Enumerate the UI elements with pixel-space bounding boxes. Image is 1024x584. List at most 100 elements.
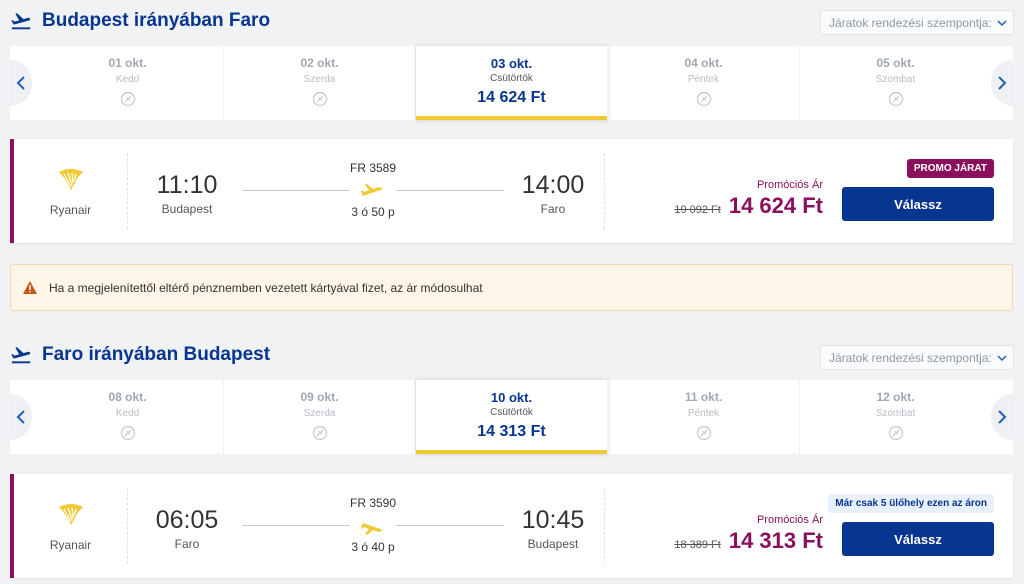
seats-left-badge: Már csak 5 ülőhely ezen az áron bbox=[828, 494, 994, 513]
date-label: 03 okt. bbox=[490, 56, 533, 71]
inbound-date-strip: 08 okt. Kedd 09 okt. Szerda 10 okt. Csütörtök… bbox=[10, 380, 1013, 454]
weekday-label: Csütörtök bbox=[490, 407, 533, 418]
outbound-date-strip: 01 okt. Kedd 02 okt. Szerda 03 okt. Csütörtök… bbox=[10, 46, 1013, 120]
old-price: 19 092 Ft bbox=[674, 204, 721, 216]
price-label: Promóciós Ár bbox=[756, 179, 823, 191]
date-cell[interactable]: 02 okt. Szerda bbox=[224, 46, 416, 120]
departure: 06:05 Faro bbox=[142, 506, 232, 551]
inbound-title: Faro irányában Budapest bbox=[42, 344, 271, 365]
select-button[interactable]: Válassz bbox=[842, 522, 994, 556]
outbound-sort-dropdown[interactable]: Járatok rendezési szempontja: bbox=[820, 10, 1014, 35]
departure-time: 06:05 bbox=[155, 506, 219, 534]
date-cell[interactable]: 01 okt. Kedd bbox=[32, 46, 224, 120]
date-label: 01 okt. bbox=[108, 56, 147, 70]
chevron-left-icon bbox=[16, 410, 25, 424]
current-price: 14 624 Ft bbox=[728, 193, 823, 218]
plane-departure-icon bbox=[11, 347, 31, 364]
weekday-label: Péntek bbox=[687, 74, 720, 85]
chevron-left-icon bbox=[16, 76, 25, 90]
date-cell[interactable]: 11 okt. Péntek bbox=[608, 380, 800, 454]
airline-name: Ryanair bbox=[49, 538, 92, 552]
route-info: FR 3590 3 ó 40 p bbox=[242, 494, 504, 564]
weekday-label: Szerda bbox=[303, 74, 336, 85]
weekday-label: Csütörtök bbox=[490, 73, 533, 84]
date-label: 11 okt. bbox=[684, 390, 723, 404]
arrival: 10:45 Budapest bbox=[508, 506, 598, 551]
weekday-label: Szombat bbox=[875, 74, 916, 85]
date-label: 09 okt. bbox=[300, 390, 339, 404]
sort-placeholder: Járatok rendezési szempontja: bbox=[829, 350, 992, 365]
select-button[interactable]: Válassz bbox=[842, 187, 994, 221]
date-cell[interactable]: 09 okt. Szerda bbox=[224, 380, 416, 454]
outbound-date-cells: 01 okt. Kedd 02 okt. Szerda 03 okt. Csütörtök… bbox=[32, 46, 991, 120]
inbound-date-cells: 08 okt. Kedd 09 okt. Szerda 10 okt. Csütörtök… bbox=[32, 380, 991, 454]
sort-placeholder: Járatok rendezési szempontja: bbox=[829, 15, 992, 30]
airline-info: Ryanair bbox=[14, 488, 128, 564]
price-label: Promóciós Ár bbox=[756, 514, 823, 526]
date-cell[interactable]: 05 okt. Szombat bbox=[800, 46, 991, 120]
price-box: Promóciós Ár 18 389 Ft 14 313 Ft bbox=[674, 514, 823, 554]
date-price: 14 624 Ft bbox=[477, 89, 546, 106]
date-label: 10 okt. bbox=[490, 390, 533, 405]
date-label: 02 okt. bbox=[300, 56, 339, 70]
promo-badge: PROMO JÁRAT bbox=[906, 159, 994, 178]
outbound-flight-card[interactable]: Ryanair 11:10 Budapest FR 3589 3 ó 50 p … bbox=[10, 139, 1013, 243]
date-cell[interactable]: 03 okt. Csütörtök 14 624 Ft bbox=[416, 46, 608, 120]
no-flight-icon bbox=[888, 91, 903, 107]
outbound-prev-dates[interactable] bbox=[10, 46, 32, 120]
outbound-next-dates[interactable] bbox=[991, 46, 1013, 120]
inbound-next-dates[interactable] bbox=[991, 380, 1013, 454]
arrival-time: 14:00 bbox=[521, 171, 585, 199]
chevron-right-icon bbox=[998, 410, 1007, 424]
no-flight-icon bbox=[696, 425, 711, 441]
weekday-label: Kedd bbox=[115, 74, 140, 85]
no-flight-icon bbox=[312, 425, 327, 441]
flight-number: FR 3589 bbox=[349, 161, 397, 175]
date-label: 05 okt. bbox=[876, 56, 915, 70]
date-cell[interactable]: 04 okt. Péntek bbox=[608, 46, 800, 120]
date-label: 04 okt. bbox=[684, 56, 723, 70]
warning-icon bbox=[23, 281, 37, 294]
weekday-label: Szerda bbox=[303, 408, 336, 419]
flight-duration: 3 ó 40 p bbox=[351, 540, 395, 554]
plane-departure-icon bbox=[11, 13, 31, 30]
airline-info: Ryanair bbox=[14, 153, 128, 229]
inbound-sort-dropdown[interactable]: Járatok rendezési szempontja: bbox=[820, 345, 1014, 370]
arrival-city: Budapest bbox=[527, 537, 579, 551]
ryanair-logo bbox=[58, 169, 83, 190]
date-cell[interactable]: 08 okt. Kedd bbox=[32, 380, 224, 454]
warning-text: Ha a megjelenítettől eltérő pénznemben v… bbox=[49, 280, 483, 295]
price-box: Promóciós Ár 19 092 Ft 14 624 Ft bbox=[674, 179, 823, 219]
inbound-prev-dates[interactable] bbox=[10, 380, 32, 454]
old-price: 18 389 Ft bbox=[674, 539, 721, 551]
chevron-right-icon bbox=[998, 76, 1007, 90]
arrival-time: 10:45 bbox=[521, 506, 585, 534]
outbound-section-header: Budapest irányában Faro bbox=[10, 6, 270, 36]
no-flight-icon bbox=[888, 425, 903, 441]
outbound-title: Budapest irányában Faro bbox=[42, 10, 271, 31]
no-flight-icon bbox=[312, 91, 327, 107]
no-flight-icon bbox=[120, 91, 135, 107]
chevron-down-icon bbox=[997, 354, 1007, 361]
weekday-label: Péntek bbox=[687, 408, 720, 419]
flight-duration: 3 ó 50 p bbox=[351, 205, 395, 219]
departure: 11:10 Budapest bbox=[142, 171, 232, 216]
plane-icon bbox=[361, 523, 383, 535]
arrival-city: Faro bbox=[540, 202, 566, 216]
departure-time: 11:10 bbox=[156, 171, 218, 199]
date-price: 14 313 Ft bbox=[477, 423, 546, 440]
currency-warning: Ha a megjelenítettől eltérő pénznemben v… bbox=[10, 264, 1013, 311]
no-flight-icon bbox=[120, 425, 135, 441]
date-cell[interactable]: 10 okt. Csütörtök 14 313 Ft bbox=[416, 380, 608, 454]
date-label: 08 okt. bbox=[108, 390, 147, 404]
date-label: 12 okt. bbox=[876, 390, 915, 404]
departure-city: Budapest bbox=[161, 202, 213, 216]
flight-number: FR 3590 bbox=[349, 496, 397, 510]
route-info: FR 3589 3 ó 50 p bbox=[242, 159, 504, 229]
no-flight-icon bbox=[696, 91, 711, 107]
airline-name: Ryanair bbox=[49, 203, 92, 217]
date-cell[interactable]: 12 okt. Szombat bbox=[800, 380, 991, 454]
current-price: 14 313 Ft bbox=[728, 528, 823, 553]
inbound-flight-card[interactable]: Ryanair 06:05 Faro FR 3590 3 ó 40 p 10:4… bbox=[10, 474, 1013, 578]
ryanair-logo bbox=[58, 504, 83, 525]
